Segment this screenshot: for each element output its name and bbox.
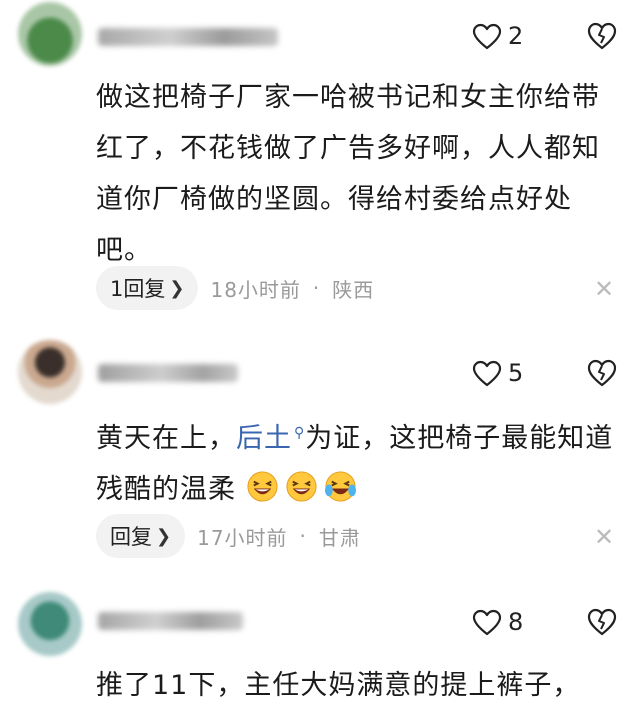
meta-separator: · — [299, 524, 307, 548]
comment-item: 2 做这把椅子厂家一哈被书记和女主你给带红了，不花钱做了广告多好啊，人人都知道你… — [0, 0, 627, 330]
reply-label: 回复 — [110, 525, 152, 549]
heart-icon — [472, 609, 502, 635]
heart-icon — [472, 360, 502, 386]
like-button[interactable]: 2 — [472, 22, 523, 50]
username[interactable] — [98, 364, 238, 382]
like-count: 2 — [508, 22, 524, 50]
comment-meta: 1回复 ❯ 18小时前 · 陕西 — [96, 266, 374, 310]
tears-of-joy-emoji — [324, 471, 356, 502]
laughing-emoji — [247, 471, 278, 502]
broken-heart-icon[interactable] — [587, 608, 617, 636]
comment-item: 5 黄天在上，后土 ⚲为证，这把椅子最能知道残酷的温柔 回复 ❯ 17小时前 · … — [0, 330, 627, 580]
broken-heart-icon[interactable] — [587, 22, 617, 50]
comment-item: 8 推了11下，主任大妈满意的提上裤子， — [0, 580, 627, 709]
avatar[interactable] — [18, 340, 82, 404]
comment-text: 推了11下，主任大妈满意的提上裤子， — [96, 670, 581, 701]
search-link[interactable]: 后土 — [236, 423, 292, 454]
like-button[interactable]: 8 — [472, 608, 523, 636]
timestamp: 17小时前 — [197, 525, 288, 550]
avatar[interactable] — [18, 592, 82, 656]
heart-icon — [472, 23, 502, 49]
timestamp: 18小时前 — [210, 277, 301, 302]
comment-text: 做这把椅子厂家一哈被书记和女主你给带红了，不花钱做了广告多好啊，人人都知道你厂椅… — [96, 82, 600, 266]
laughing-emoji — [286, 471, 317, 502]
like-count: 8 — [508, 608, 524, 636]
like-button[interactable]: 5 — [472, 359, 523, 387]
location: 陕西 — [332, 277, 375, 302]
broken-heart-icon[interactable] — [587, 359, 617, 387]
comment-text-part: 黄天在上， — [96, 423, 236, 454]
avatar[interactable] — [18, 2, 82, 66]
chevron-right-icon: ❯ — [156, 525, 172, 547]
reply-label: 1回复 — [110, 277, 166, 301]
username[interactable] — [98, 28, 278, 46]
chevron-right-icon: ❯ — [169, 277, 185, 299]
comment-meta: 回复 ❯ 17小时前 · 甘肃 — [96, 514, 361, 558]
meta-separator: · — [312, 276, 321, 300]
reply-button[interactable]: 1回复 ❯ — [96, 266, 199, 310]
comment-text: 黄天在上，后土 ⚲为证，这把椅子最能知道残酷的温柔 — [96, 408, 616, 515]
username[interactable] — [98, 612, 243, 630]
reply-button[interactable]: 回复 ❯ — [96, 514, 186, 558]
close-icon[interactable]: ✕ — [594, 523, 614, 551]
search-icon[interactable]: ⚲ — [294, 425, 305, 441]
close-icon[interactable]: ✕ — [594, 275, 614, 303]
like-count: 5 — [508, 359, 524, 387]
location: 甘肃 — [318, 525, 361, 550]
